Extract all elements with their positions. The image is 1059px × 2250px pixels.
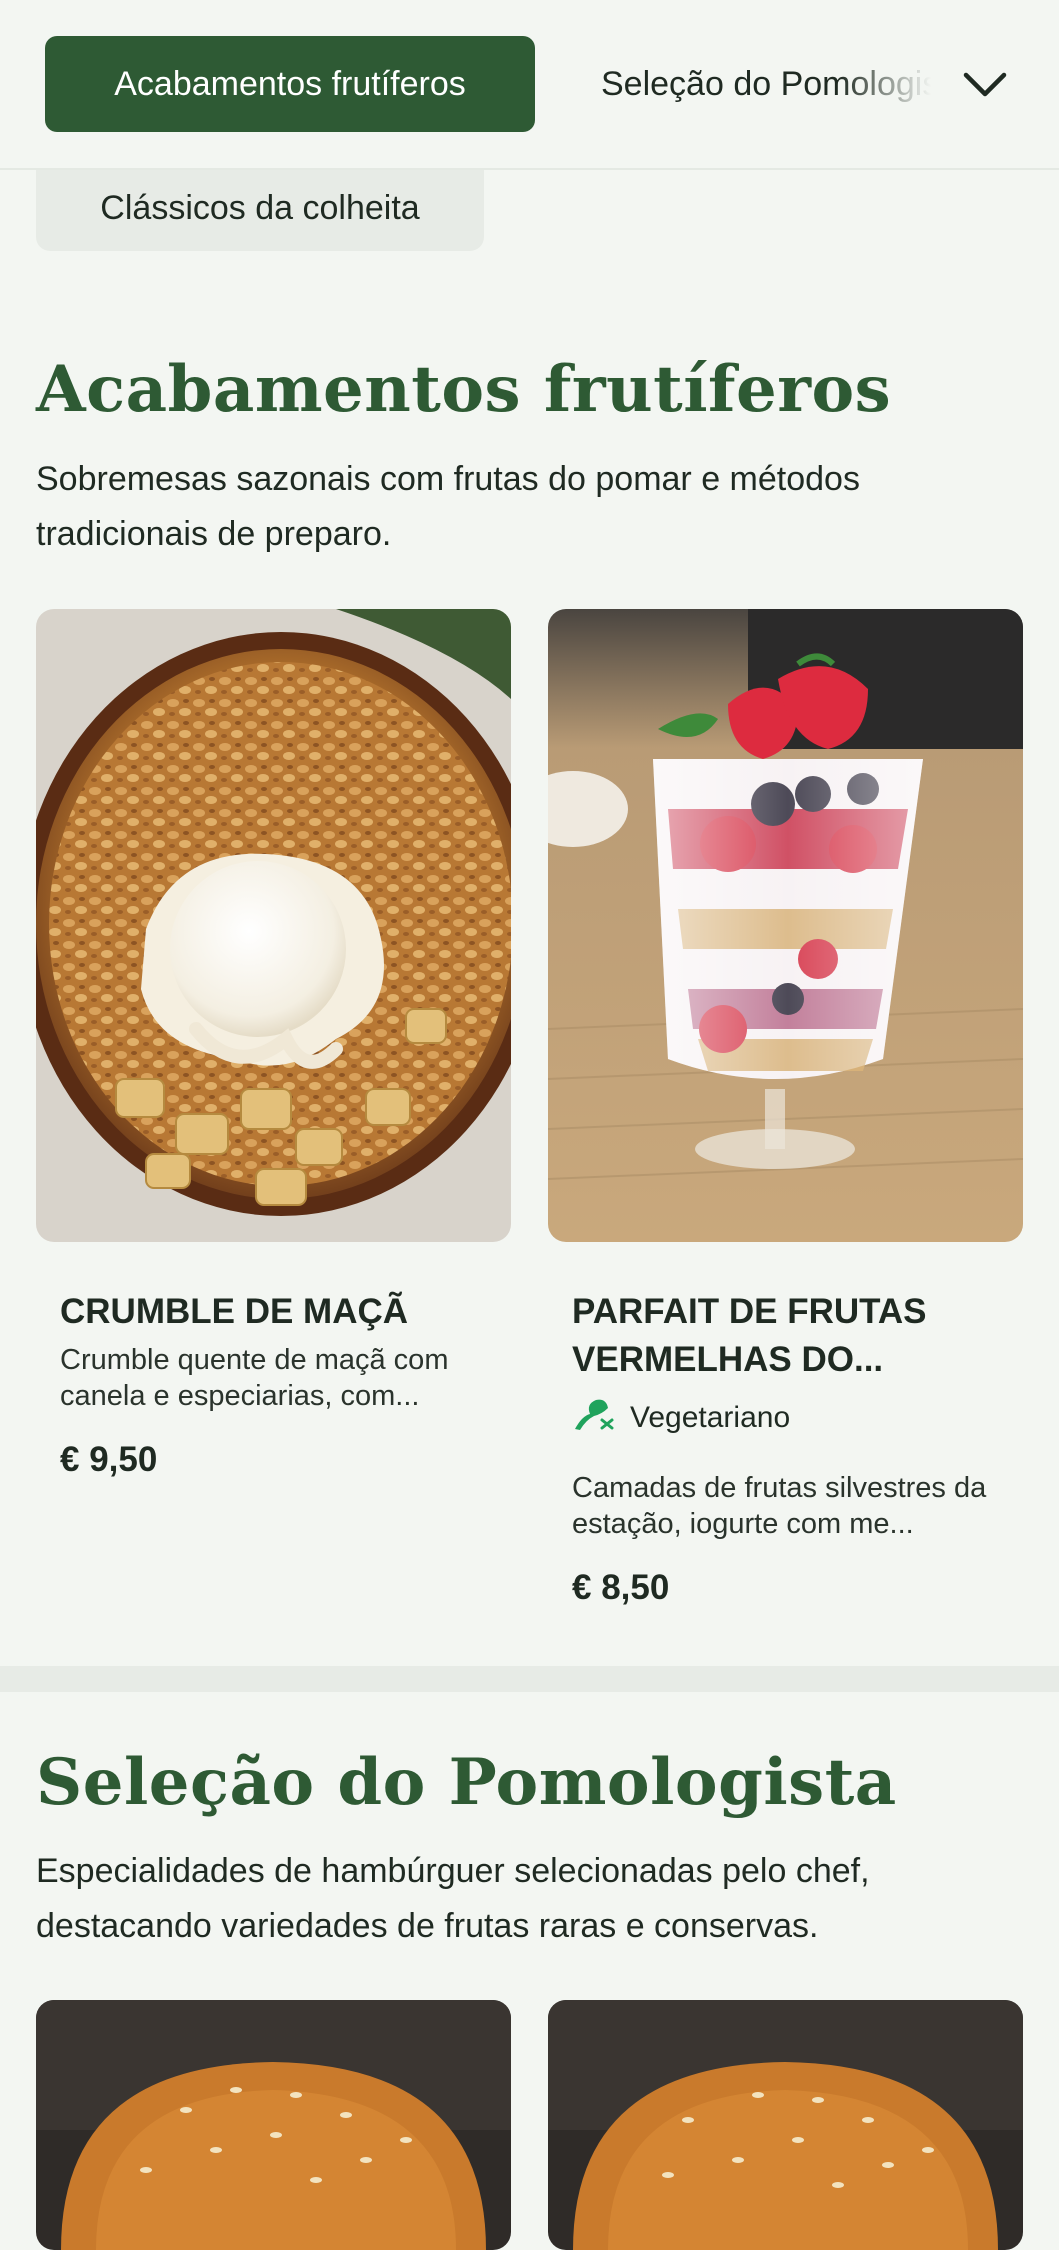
- product-price: € 9,50: [60, 1440, 158, 1479]
- tab-selecao-do-pomologista[interactable]: Seleção do Pomologista: [601, 36, 931, 132]
- product-image-burger-2[interactable]: [548, 2000, 1023, 2250]
- chevron-down-icon[interactable]: [960, 60, 1010, 110]
- section-description: Especialidades de hambúrguer selecionada…: [36, 1852, 870, 1945]
- section-description: Sobremesas sazonais com frutas do pomar …: [36, 460, 860, 553]
- product-name: CRUMBLE DE MAÇÃ: [60, 1292, 409, 1331]
- product-price: € 8,50: [572, 1568, 670, 1607]
- tab-acabamentos-frutiferos[interactable]: Acabamentos frutíferos: [45, 36, 535, 132]
- vegetarian-icon: [572, 1396, 616, 1440]
- product-description: Camadas de frutas silvestres da estação,…: [572, 1472, 987, 1540]
- category-nav: Acabamentos frutíferos Seleção do Pomolo…: [0, 0, 1059, 170]
- section-title: Seleção do Pomologista: [36, 1745, 897, 1820]
- section-title: Acabamentos frutíferos: [36, 352, 892, 427]
- product-image-crumble[interactable]: [36, 609, 511, 1242]
- dietary-badge-label: Vegetariano: [630, 1401, 791, 1434]
- product-card-parfait[interactable]: PARFAIT DE FRUTAS VERMELHAS DO... Vegeta…: [572, 1288, 1012, 1608]
- tab-classicos-da-colheita[interactable]: Clássicos da colheita: [36, 165, 484, 251]
- product-name: PARFAIT DE FRUTAS VERMELHAS DO...: [572, 1292, 927, 1379]
- product-description: Crumble quente de maçã com canela e espe…: [60, 1344, 449, 1412]
- section-divider: [0, 1666, 1059, 1692]
- product-image-burger-1[interactable]: [36, 2000, 511, 2250]
- product-card-crumble[interactable]: CRUMBLE DE MAÇÃ Crumble quente de maçã c…: [60, 1288, 490, 1480]
- product-image-parfait[interactable]: [548, 609, 1023, 1242]
- dietary-badge: Vegetariano: [572, 1396, 1012, 1440]
